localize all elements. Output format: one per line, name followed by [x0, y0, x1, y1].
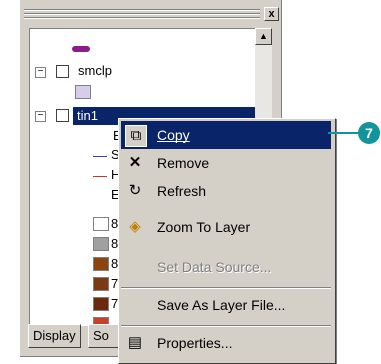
layer-visibility-checkbox[interactable]: [56, 65, 69, 78]
red-line-symbol: [93, 176, 107, 177]
menu-item-zoom-to-layer[interactable]: ◈ Zoom To Layer: [121, 213, 331, 241]
remove-icon: ✕: [128, 154, 142, 171]
zoom-to-layer-icon: ◈: [129, 218, 141, 235]
layer-name-tin1: tin1: [77, 108, 98, 123]
smclp-symbol: [72, 46, 90, 52]
refresh-icon: ↻: [128, 182, 142, 199]
blue-line-symbol: [93, 156, 107, 157]
scroll-up-arrow-icon[interactable]: ▲: [255, 28, 272, 45]
menu-item-label: Refresh: [157, 183, 207, 199]
legend-swatch: [93, 257, 109, 271]
grip-line: [24, 18, 260, 19]
menu-item-label: Zoom To Layer: [157, 219, 251, 235]
legend-swatch: [93, 297, 109, 311]
menu-separator: [121, 325, 331, 327]
step-callout-badge: 7: [358, 122, 380, 144]
copy-icon: ⧉: [125, 125, 147, 147]
menu-item-label: Save As Layer File...: [157, 297, 286, 313]
grip-line: [24, 14, 260, 15]
menu-item-copy[interactable]: ⧉ Copy: [121, 121, 331, 149]
menu-item-remove[interactable]: ✕ Remove: [121, 149, 331, 177]
menu-item-set-data-source[interactable]: Set Data Source...: [121, 253, 331, 281]
menu-item-label: Set Data Source...: [157, 259, 272, 275]
layer-context-menu: ⧉ Copy ✕ Remove ↻ Refresh ◈ Zoom To Laye…: [118, 118, 336, 364]
menu-item-refresh[interactable]: ↻ Refresh: [121, 177, 331, 205]
legend-swatch: [93, 237, 109, 251]
menu-item-label: Copy: [157, 127, 190, 143]
collapse-icon[interactable]: −: [35, 111, 46, 122]
legend-swatch: [93, 217, 109, 231]
close-button[interactable]: x: [264, 7, 279, 21]
menu-item-properties[interactable]: ▤ Properties...: [121, 329, 331, 357]
collapse-icon[interactable]: −: [35, 67, 46, 78]
menu-item-save-as-layer-file[interactable]: Save As Layer File...: [121, 291, 331, 319]
grip-line: [24, 10, 260, 11]
title-bar-grip[interactable]: x: [24, 7, 279, 21]
legend-swatch: [93, 277, 109, 291]
menu-separator: [121, 287, 331, 289]
menu-item-label: Properties...: [157, 335, 233, 351]
layer-name-smclp: smclp: [78, 63, 112, 78]
properties-icon: ▤: [127, 334, 143, 351]
smclp-swatch: [75, 85, 91, 99]
menu-item-label: Remove: [157, 155, 210, 171]
layer-visibility-checkbox[interactable]: [56, 109, 69, 122]
tab-display[interactable]: Display: [28, 324, 81, 348]
